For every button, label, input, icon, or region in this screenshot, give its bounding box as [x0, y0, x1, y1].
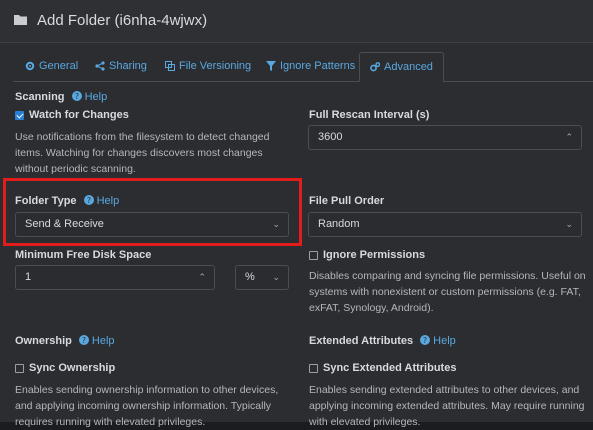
watch-changes-checkbox[interactable]: Watch for Changes: [15, 109, 129, 121]
chevron-down-icon: ⌄: [272, 272, 280, 282]
sync-extended-attributes-checkbox[interactable]: Sync Extended Attributes: [309, 362, 456, 374]
watch-changes-description: Use notifications from the filesystem to…: [15, 131, 270, 175]
highlight-box: [3, 178, 302, 246]
scanning-label-text: Scanning: [15, 91, 65, 103]
ownership-label: Ownership ? Help: [15, 335, 115, 347]
file-pull-order-label: File Pull Order: [309, 195, 385, 207]
chevron-down-icon: ⌄: [565, 219, 573, 229]
file-pull-order-value: Random: [318, 218, 360, 230]
dialog-title: Add Folder (i6nha-4wjwx): [37, 12, 208, 29]
rescan-interval-value: 3600: [318, 131, 343, 143]
ignore-permissions-label: Ignore Permissions: [323, 249, 426, 261]
sync-ownership-label: Sync Ownership: [29, 362, 116, 374]
tab-ignore-patterns[interactable]: Ignore Patterns: [256, 52, 365, 80]
min-disk-unit-value: %: [245, 271, 255, 283]
sync-extended-attributes-label: Sync Extended Attributes: [323, 362, 457, 374]
tab-sharing-label: Sharing: [109, 60, 147, 72]
sync-extended-attributes-box[interactable]: [309, 363, 318, 373]
dialog-header: Add Folder (i6nha-4wjwx): [0, 0, 593, 43]
sync-ownership-box[interactable]: [15, 363, 24, 373]
extended-attributes-help-link[interactable]: ? Help: [420, 335, 456, 347]
tab-general[interactable]: General: [15, 52, 88, 80]
file-pull-order-select[interactable]: Random ⌄: [308, 212, 582, 237]
watch-changes-label: Watch for Changes: [29, 109, 129, 121]
rescan-interval-input[interactable]: 3600 ⌃: [308, 125, 582, 150]
rescan-interval-label: Full Rescan Interval (s): [309, 109, 430, 121]
min-disk-unit-select[interactable]: % ⌄: [235, 265, 289, 290]
tab-general-label: General: [39, 60, 79, 72]
ownership-help-label: Help: [91, 335, 115, 347]
svg-text:?: ?: [82, 336, 86, 345]
tab-file-versioning-label: File Versioning: [179, 60, 252, 72]
min-disk-value: 1: [25, 271, 32, 283]
gear-icon: [25, 61, 35, 71]
question-circle-icon: ?: [78, 335, 89, 345]
ignore-permissions-description: Disables comparing and syncing file perm…: [309, 270, 586, 314]
sync-extended-attributes-description: Enables sending extended attributes to o…: [309, 384, 585, 428]
scanning-label: Scanning ? Help: [15, 91, 107, 103]
extended-attributes-label-text: Extended Attributes: [309, 335, 414, 347]
tab-file-versioning[interactable]: File Versioning: [155, 52, 261, 80]
question-circle-icon: ?: [420, 335, 431, 345]
min-disk-input[interactable]: 1 ⌃: [15, 265, 215, 290]
tab-ignore-patterns-label: Ignore Patterns: [280, 60, 356, 72]
question-circle-icon: ?: [71, 91, 82, 101]
spinner-icon[interactable]: ⌃: [198, 266, 206, 289]
svg-text:?: ?: [74, 92, 78, 101]
tab-sharing[interactable]: Sharing: [85, 52, 157, 80]
filter-icon: [266, 61, 276, 71]
extended-attributes-help-label: Help: [433, 335, 456, 347]
ignore-permissions-box[interactable]: [309, 250, 318, 260]
svg-text:?: ?: [423, 336, 427, 345]
sync-ownership-description: Enables sending ownership information to…: [15, 384, 279, 428]
scanning-help-link[interactable]: ? Help: [71, 91, 108, 103]
ownership-help-link[interactable]: ? Help: [78, 335, 115, 347]
add-folder-dialog: Add Folder (i6nha-4wjwx) General Sharing…: [0, 0, 593, 428]
tab-bar: General Sharing File Versioning Ignore P…: [13, 52, 593, 82]
ignore-permissions-checkbox[interactable]: Ignore Permissions: [309, 249, 425, 261]
tab-advanced[interactable]: Advanced: [359, 52, 444, 82]
sync-ownership-checkbox[interactable]: Sync Ownership: [15, 362, 115, 374]
extended-attributes-label: Extended Attributes ? Help: [309, 335, 456, 347]
min-disk-label: Minimum Free Disk Space: [15, 249, 152, 261]
copy-icon: [165, 61, 175, 71]
spinner-icon[interactable]: ⌃: [565, 126, 573, 149]
folder-icon: [14, 15, 27, 25]
scanning-help-label: Help: [84, 91, 108, 103]
watch-changes-box[interactable]: [15, 110, 24, 120]
ownership-label-text: Ownership: [15, 335, 72, 347]
tab-advanced-label: Advanced: [384, 61, 433, 73]
cogs-icon: [370, 62, 380, 72]
share-icon: [95, 61, 105, 71]
